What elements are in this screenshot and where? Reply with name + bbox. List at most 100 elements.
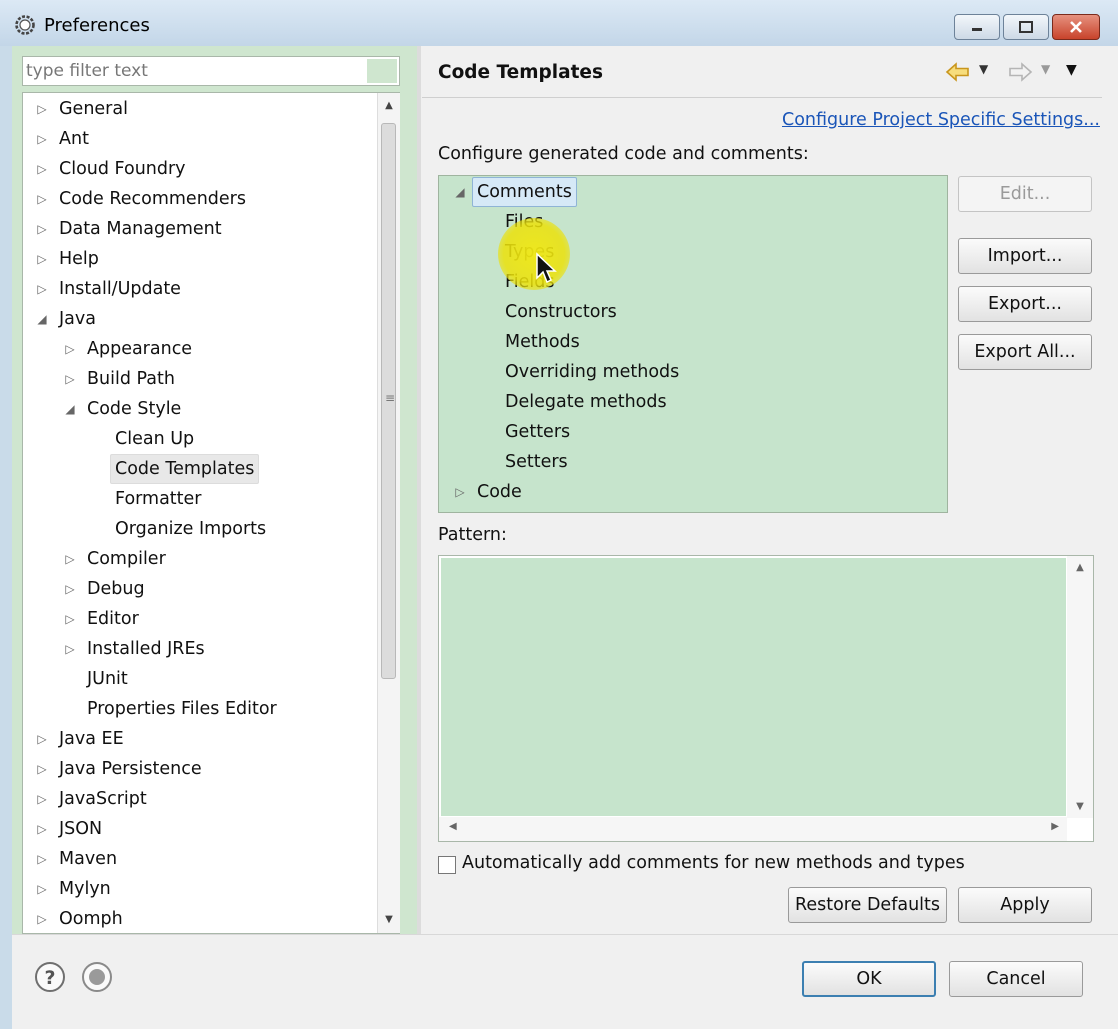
cancel-button[interactable]: Cancel xyxy=(949,961,1083,997)
clear-filter-icon[interactable] xyxy=(367,59,397,83)
pane-splitter[interactable] xyxy=(417,46,421,934)
collapsed-arrow-icon[interactable]: ▷ xyxy=(35,845,49,873)
collapsed-arrow-icon[interactable]: ▷ xyxy=(35,125,49,153)
preference-tree-item-label: Build Path xyxy=(87,369,175,389)
preference-tree-item-label: Formatter xyxy=(115,489,202,509)
pattern-vertical-scrollbar[interactable]: ▲ ▼ xyxy=(1067,556,1093,818)
preference-tree-item-label: Code Recommenders xyxy=(59,189,246,209)
pattern-label: Pattern: xyxy=(438,525,507,545)
expanded-arrow-icon[interactable]: ◢ xyxy=(35,305,49,333)
collapsed-arrow-icon[interactable]: ▷ xyxy=(63,335,77,363)
preference-tree-item-label: Oomph xyxy=(59,909,123,929)
expanded-arrow-icon[interactable]: ◢ xyxy=(63,395,77,423)
preference-tree-item-label: Install/Update xyxy=(59,279,181,299)
ok-button[interactable]: OK xyxy=(802,961,936,997)
footer-separator xyxy=(12,934,1118,935)
pattern-editor[interactable]: ▲ ▼ ◀ ▶ xyxy=(438,555,1094,842)
collapsed-arrow-icon[interactable]: ▷ xyxy=(63,365,77,393)
scroll-down-arrow-icon[interactable]: ▼ xyxy=(378,907,400,933)
filter-field[interactable] xyxy=(22,56,400,86)
maximize-icon xyxy=(1019,21,1033,33)
preference-tree-item-label: General xyxy=(59,99,128,119)
auto-comments-label[interactable]: Automatically add comments for new metho… xyxy=(462,853,965,873)
collapsed-arrow-icon[interactable]: ▷ xyxy=(35,155,49,183)
pattern-horizontal-scrollbar[interactable]: ◀ ▶ xyxy=(439,817,1067,841)
tree-vertical-scrollbar[interactable]: ▲ ≡ ▼ xyxy=(377,93,400,933)
preference-tree-item-label: Organize Imports xyxy=(115,519,267,539)
edit-template-button[interactable]: Edit... xyxy=(958,176,1092,212)
preference-tree-item-label: Data Management xyxy=(59,219,222,239)
window-title-bar[interactable] xyxy=(0,0,1118,46)
filter-input[interactable] xyxy=(26,60,356,82)
preference-tree-item-label: Help xyxy=(59,249,99,269)
project-specific-settings-link[interactable]: Configure Project Specific Settings... xyxy=(782,110,1100,130)
preference-tree-item-label: Ant xyxy=(59,129,89,149)
preference-tree-item-label: Installed JREs xyxy=(87,639,205,659)
collapsed-arrow-icon[interactable]: ▷ xyxy=(453,478,467,506)
help-icon[interactable]: ? xyxy=(34,961,66,993)
preference-tree-item-label: Java xyxy=(59,309,96,329)
preference-tree-item-label: JavaScript xyxy=(59,789,147,809)
collapsed-arrow-icon[interactable]: ▷ xyxy=(35,785,49,813)
preference-tree-item-label: Debug xyxy=(87,579,145,599)
collapsed-arrow-icon[interactable]: ▷ xyxy=(63,635,77,663)
import-templates-button[interactable]: Import... xyxy=(958,238,1092,274)
scroll-right-arrow-icon[interactable]: ▶ xyxy=(1051,821,1059,832)
collapsed-arrow-icon[interactable]: ▷ xyxy=(35,215,49,243)
preference-tree[interactable]: ▷ General ▷ Ant ▷ Cloud Foundry ▷ Code Recommen… xyxy=(22,92,400,934)
scrollbar-thumb[interactable]: ≡ xyxy=(381,123,396,679)
apply-button[interactable]: Apply xyxy=(958,887,1092,923)
preference-tree-item-label: Java EE xyxy=(59,729,124,749)
preference-tree-item-label: Cloud Foundry xyxy=(59,159,186,179)
view-menu-icon[interactable]: ▼ xyxy=(1066,62,1077,78)
template-item-label: Delegate methods xyxy=(505,392,667,412)
template-item-label: Comments xyxy=(472,177,577,207)
template-item-label: Getters xyxy=(505,422,571,442)
close-button[interactable] xyxy=(1052,14,1100,40)
svg-text:?: ? xyxy=(44,967,55,989)
preference-tree-item-label: Appearance xyxy=(87,339,193,359)
collapsed-arrow-icon[interactable]: ▷ xyxy=(35,95,49,123)
preferences-gear-icon xyxy=(15,15,35,35)
preference-tree-item-label: Mylyn xyxy=(59,879,111,899)
record-preferences-icon[interactable] xyxy=(81,961,113,993)
minimize-icon xyxy=(972,28,982,31)
maximize-button[interactable] xyxy=(1003,14,1049,40)
collapsed-arrow-icon[interactable]: ▷ xyxy=(35,245,49,273)
scroll-up-arrow-icon[interactable]: ▲ xyxy=(378,93,400,119)
back-arrow-icon[interactable] xyxy=(944,60,972,84)
collapsed-arrow-icon[interactable]: ▷ xyxy=(35,815,49,843)
pattern-text-area[interactable] xyxy=(441,558,1066,816)
back-history-dropdown-icon[interactable]: ▼ xyxy=(979,62,988,76)
template-item-label: Code xyxy=(477,482,522,502)
export-templates-button[interactable]: Export... xyxy=(958,286,1092,322)
preference-tree-item-label: Code Style xyxy=(87,399,182,419)
collapsed-arrow-icon[interactable]: ▷ xyxy=(63,605,77,633)
close-icon xyxy=(1070,21,1082,33)
collapsed-arrow-icon[interactable]: ▷ xyxy=(63,575,77,603)
scrollbar-grip-icon: ≡ xyxy=(385,391,396,405)
template-item-label: Overriding methods xyxy=(505,362,680,382)
collapsed-arrow-icon[interactable]: ▷ xyxy=(35,275,49,303)
forward-arrow-icon[interactable] xyxy=(1006,60,1034,84)
preference-tree-item-label: JSON xyxy=(59,819,103,839)
collapsed-arrow-icon[interactable]: ▷ xyxy=(35,725,49,753)
preference-tree-item-label: Clean Up xyxy=(115,429,195,449)
forward-history-dropdown-icon[interactable]: ▼ xyxy=(1041,62,1050,76)
collapsed-arrow-icon[interactable]: ▷ xyxy=(35,905,49,933)
expanded-arrow-icon[interactable]: ◢ xyxy=(453,178,467,206)
auto-comments-checkbox[interactable] xyxy=(438,856,456,874)
preference-tree-item-label: Java Persistence xyxy=(59,759,202,779)
export-all-templates-button[interactable]: Export All... xyxy=(958,334,1092,370)
minimize-button[interactable] xyxy=(954,14,1000,40)
collapsed-arrow-icon[interactable]: ▷ xyxy=(35,755,49,783)
restore-defaults-button[interactable]: Restore Defaults xyxy=(788,887,947,923)
scroll-up-arrow-icon[interactable]: ▲ xyxy=(1067,562,1093,573)
preference-tree-item-label: Maven xyxy=(59,849,118,869)
scroll-left-arrow-icon[interactable]: ◀ xyxy=(449,821,457,832)
template-item-label: Setters xyxy=(505,452,568,472)
collapsed-arrow-icon[interactable]: ▷ xyxy=(35,185,49,213)
collapsed-arrow-icon[interactable]: ▷ xyxy=(63,545,77,573)
collapsed-arrow-icon[interactable]: ▷ xyxy=(35,875,49,903)
scroll-down-arrow-icon[interactable]: ▼ xyxy=(1067,801,1093,812)
